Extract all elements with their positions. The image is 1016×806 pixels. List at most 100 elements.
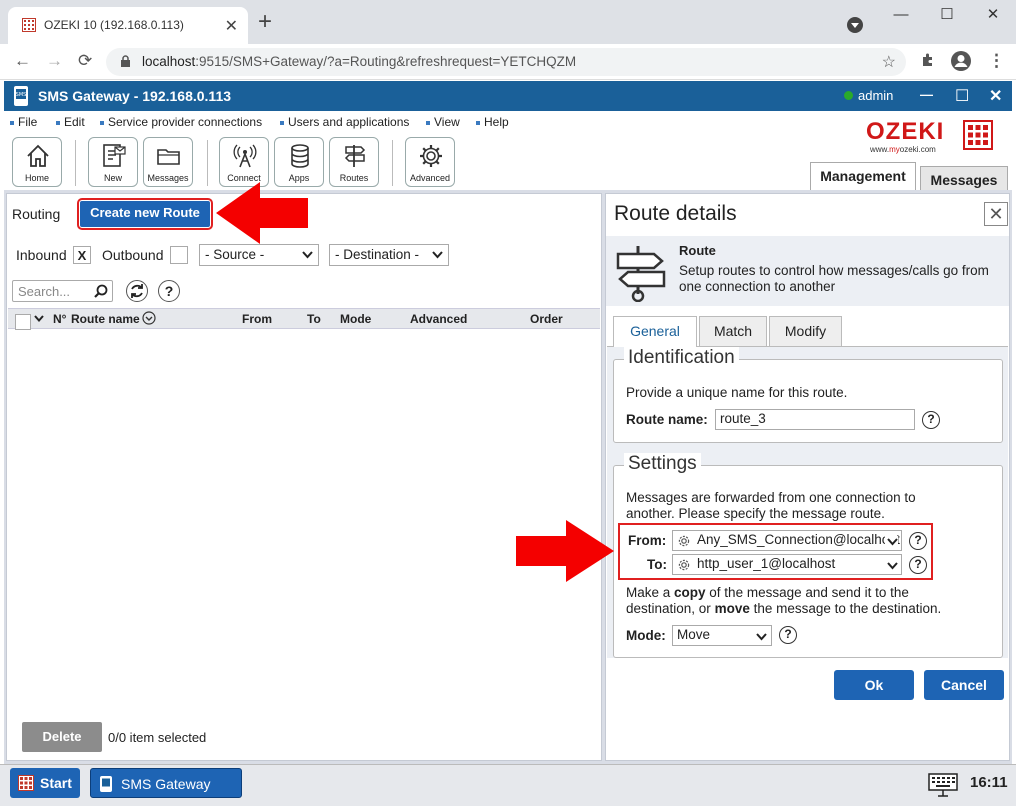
browser-tab[interactable]: OZEKI 10 (192.168.0.113) ✕ [8,7,248,44]
create-new-route-button[interactable]: Create new Route [77,198,213,230]
identification-description: Provide a unique name for this route. [626,385,848,400]
chevron-down-icon [885,536,898,547]
route-details-title: Route details [614,202,737,225]
refresh-icon[interactable] [126,280,148,302]
new-tab-icon[interactable]: + [258,10,272,34]
help-icon[interactable]: ? [909,532,927,550]
app-header: SMS SMS Gateway - 192.168.0.113 admin — … [4,81,1012,111]
menu-file[interactable]: File [10,115,37,129]
profile-avatar-icon[interactable] [950,50,972,72]
column-route-name[interactable]: Route name [71,312,140,326]
back-icon[interactable]: ← [14,51,31,71]
route-name-label: Route name: [626,412,708,427]
browser-menu-icon[interactable]: ⋮ [988,51,1005,71]
address-bar: ← → ⟳ localhost:9515/SMS+Gateway/?a=Rout… [0,44,1016,80]
column-to[interactable]: To [307,312,321,326]
app-title: SMS Gateway - 192.168.0.113 [38,88,232,104]
start-button[interactable]: Start [10,768,80,798]
menu-view[interactable]: View [426,115,460,129]
forward-icon[interactable]: → [46,51,63,71]
maximize-icon[interactable]: ☐ [924,0,970,32]
to-select[interactable]: http_user_1@localhost [672,554,902,575]
tab-modify[interactable]: Modify [769,316,842,346]
toolbar-advanced-button[interactable]: Advanced [405,137,455,187]
menu-users-and-applications[interactable]: Users and applications [280,115,409,129]
svg-text:SMS: SMS [16,92,27,98]
keyboard-icon[interactable] [928,772,958,798]
ok-button[interactable]: Ok [834,670,914,700]
mode-select[interactable]: Move [672,625,772,646]
user-name[interactable]: admin [858,88,893,103]
app-minimize-icon[interactable]: — [920,87,933,102]
source-select[interactable]: - Source - [199,244,319,266]
lock-icon [120,55,131,68]
cancel-button[interactable]: Cancel [924,670,1004,700]
route-signpost-icon [614,244,670,302]
tab-management[interactable]: Management [810,162,916,190]
tab-title: OZEKI 10 (192.168.0.113) [44,18,184,32]
outbound-checkbox[interactable] [170,246,188,264]
toolbar-messages-button[interactable]: Messages [143,137,193,187]
reload-icon[interactable]: ⟳ [78,51,92,71]
column-order[interactable]: Order [530,312,563,326]
minimize-icon[interactable]: — [878,0,924,32]
toolbar-new-button[interactable]: New [88,137,138,187]
toolbar-home-button[interactable]: Home [12,137,62,187]
settings-description: Messages are forwarded from one connecti… [626,490,916,521]
column-advanced[interactable]: Advanced [410,312,467,326]
tab-messages[interactable]: Messages [920,166,1008,192]
extensions-icon[interactable] [920,52,936,68]
outbound-label: Outbound [102,247,164,263]
identification-legend: Identification [624,347,739,369]
logo-grid-icon [963,120,993,150]
close-tab-icon[interactable]: ✕ [225,16,238,36]
route-header-description: Setup routes to control how messages/cal… [679,263,989,294]
menu-service-provider-connections[interactable]: Service provider connections [100,115,262,129]
url-field[interactable]: localhost:9515/SMS+Gateway/?a=Routing&re… [106,48,906,76]
sort-icon[interactable] [142,311,156,325]
ozeki-logo: OZEKI www.myozeki.com [866,118,993,154]
routing-panel [6,193,602,761]
clock: 16:11 [970,774,1008,791]
logo-url: www.myozeki.com [870,145,936,154]
profile-dropdown-icon[interactable] [846,16,864,34]
app-close-icon[interactable]: ✕ [989,86,1002,106]
taskbar-sms-gateway[interactable]: SMS Gateway [90,768,242,798]
home-icon [25,143,51,169]
destination-select[interactable]: - Destination - [329,244,449,266]
chevron-down-icon [302,249,313,260]
from-select[interactable]: Any_SMS_Connection@localhost [672,530,902,551]
help-icon[interactable]: ? [922,411,940,429]
app-maximize-icon[interactable]: ☐ [955,86,969,106]
sms-gateway-icon: SMS [13,85,29,107]
help-icon[interactable]: ? [909,556,927,574]
help-icon[interactable]: ? [779,626,797,644]
bookmark-star-icon[interactable]: ☆ [882,52,896,72]
search-input[interactable]: Search... [12,280,113,302]
browser-tabbar: OZEKI 10 (192.168.0.113) ✕ + — ☐ ✕ [0,0,1016,44]
close-icon[interactable]: ✕ [984,202,1008,226]
mode-description: Make a copy of the message and send it t… [626,585,942,616]
tab-match[interactable]: Match [699,316,767,346]
close-window-icon[interactable]: ✕ [970,0,1016,32]
red-arrow-right-icon [514,518,616,584]
connection-gear-icon [677,534,691,548]
route-header-title: Route [679,243,716,258]
toolbar-routes-button[interactable]: Routes [329,137,379,187]
delete-button[interactable]: Delete [22,722,102,752]
to-label: To: [647,557,667,572]
route-name-input[interactable]: route_3 [715,409,915,430]
column-number[interactable]: N° [53,312,66,326]
settings-legend: Settings [624,453,701,475]
select-menu-icon[interactable] [34,313,44,323]
column-mode[interactable]: Mode [340,312,371,326]
inbound-checkbox[interactable]: X [73,246,91,264]
menu-edit[interactable]: Edit [56,115,85,129]
from-label: From: [628,533,667,548]
tab-general[interactable]: General [613,316,697,347]
menu-help[interactable]: Help [476,115,509,129]
inbound-label: Inbound [16,247,67,263]
help-icon[interactable]: ? [158,280,180,302]
column-from[interactable]: From [242,312,272,326]
search-icon[interactable] [94,284,108,298]
